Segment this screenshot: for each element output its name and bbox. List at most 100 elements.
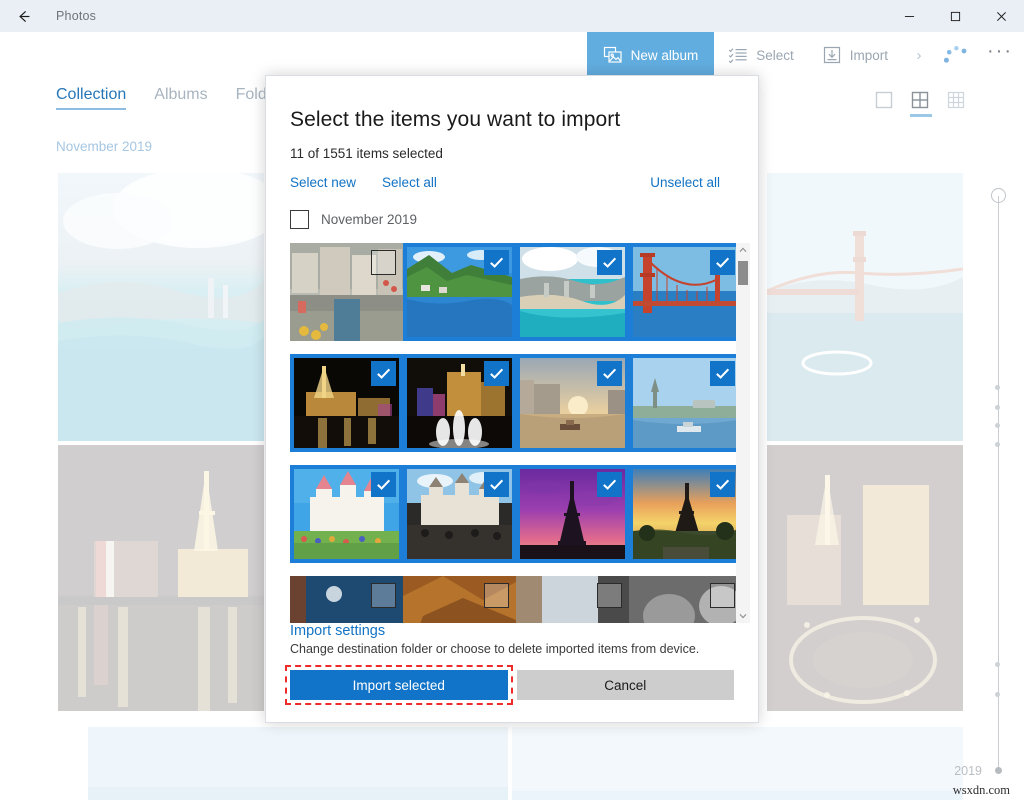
photo-pale-blue-bottom-right[interactable] bbox=[512, 727, 963, 800]
dialog-scrollbar[interactable] bbox=[736, 243, 750, 623]
scrubber-tick bbox=[995, 385, 1000, 390]
group-checkbox[interactable] bbox=[290, 210, 309, 229]
photo-vegas-night-aerial[interactable] bbox=[767, 445, 963, 711]
thumbnail-vegas-strip-fountains[interactable] bbox=[403, 354, 516, 452]
import-settings-description: Change destination folder or choose to d… bbox=[290, 642, 734, 656]
import-icon bbox=[822, 45, 842, 65]
scrubber-tick bbox=[995, 405, 1000, 410]
select-icon bbox=[728, 45, 748, 65]
thumbnail-checkmark-icon[interactable] bbox=[371, 472, 396, 497]
tab-albums[interactable]: Albums bbox=[154, 86, 207, 110]
scrubber-handle[interactable] bbox=[991, 188, 1006, 203]
small-grid-view-icon[interactable] bbox=[946, 90, 968, 117]
minimize-icon[interactable] bbox=[886, 0, 932, 32]
new-album-label: New album bbox=[631, 48, 699, 63]
maximize-icon[interactable] bbox=[932, 0, 978, 32]
back-arrow-icon[interactable] bbox=[0, 0, 46, 32]
thumbnail-pink-castle-crowd[interactable] bbox=[290, 465, 403, 563]
scrubber-tick bbox=[995, 442, 1000, 447]
scrubber-year-label: 2019 bbox=[954, 764, 982, 778]
photo-aerial-coast-city[interactable] bbox=[58, 173, 264, 441]
scrubber-tick bbox=[995, 423, 1000, 428]
highlight-outline bbox=[285, 665, 513, 705]
scrollbar-thumb[interactable] bbox=[738, 261, 748, 285]
dialog-footer: Import settings Change destination folde… bbox=[266, 623, 758, 722]
scrubber-tick bbox=[995, 662, 1000, 667]
new-album-icon bbox=[603, 45, 623, 65]
thumbnail-checkbox[interactable] bbox=[371, 250, 396, 275]
thumbnail-checkmark-icon[interactable] bbox=[371, 361, 396, 386]
thumbnail-amber-interior[interactable] bbox=[403, 576, 516, 623]
thumbnail-golden-gate-bridge[interactable] bbox=[629, 243, 742, 341]
thumbnail-green-hillside-lake[interactable] bbox=[403, 243, 516, 341]
thumbnail-checkmark-icon[interactable] bbox=[597, 472, 622, 497]
close-icon[interactable] bbox=[978, 0, 1024, 32]
nav-tabs: Collection Albums Folde bbox=[56, 86, 276, 110]
thumbnail-blue-night-scene[interactable] bbox=[290, 576, 403, 623]
group-label: November 2019 bbox=[321, 212, 417, 227]
thumbnail-paris-river-daytime[interactable] bbox=[629, 354, 742, 452]
import-selected-button[interactable]: Import selected bbox=[290, 670, 508, 700]
cancel-button[interactable]: Cancel bbox=[517, 670, 735, 700]
thumbnail-checkmark-icon[interactable] bbox=[710, 361, 735, 386]
thumbnail-turquoise-bay-city[interactable] bbox=[516, 243, 629, 341]
select-button[interactable]: Select bbox=[714, 32, 808, 78]
thumbnail-pale-tower-sky[interactable] bbox=[516, 576, 629, 623]
photo-pale-blue-bottom-left[interactable] bbox=[88, 727, 508, 800]
thumbnail-checkmark-icon[interactable] bbox=[597, 361, 622, 386]
window-controls bbox=[886, 0, 1024, 32]
import-label: Import bbox=[850, 48, 888, 63]
thumbnail-seine-river-sunset[interactable] bbox=[516, 354, 629, 452]
photos-app-window: Photos New album bbox=[0, 0, 1024, 800]
thumbnail-grid-wrapper bbox=[266, 243, 758, 623]
scrubber-end-marker[interactable] bbox=[995, 767, 1002, 774]
import-button[interactable]: Import bbox=[808, 32, 902, 78]
thumbnail-castle-plaza-dusk[interactable] bbox=[403, 465, 516, 563]
thumbnail-checkmark-icon[interactable] bbox=[597, 250, 622, 275]
select-new-link[interactable]: Select new bbox=[290, 175, 356, 190]
thumbnail-checkmark-icon[interactable] bbox=[484, 361, 509, 386]
watermark: wsxdn.com bbox=[953, 783, 1010, 798]
timeline-scrubber[interactable]: 2019 bbox=[982, 180, 1016, 780]
loading-spinner-icon bbox=[936, 32, 976, 78]
medium-grid-view-icon[interactable] bbox=[910, 90, 932, 117]
thumbnail-eiffel-purple-sky[interactable] bbox=[516, 465, 629, 563]
scroll-down-icon[interactable] bbox=[736, 609, 750, 623]
import-dialog: Select the items you want to import 11 o… bbox=[265, 75, 759, 723]
dialog-select-links: Select new Select all Unselect all bbox=[290, 175, 734, 190]
unselect-all-link[interactable]: Unselect all bbox=[650, 175, 720, 190]
more-options-icon[interactable]: ··· bbox=[976, 32, 1024, 78]
command-bar: New album Select bbox=[0, 32, 1024, 78]
thumbnail-checkmark-icon[interactable] bbox=[484, 472, 509, 497]
scroll-up-icon[interactable] bbox=[736, 243, 750, 257]
thumbnail-vegas-eiffel-night[interactable] bbox=[290, 354, 403, 452]
thumbnail-eiffel-golden-sunset[interactable] bbox=[629, 465, 742, 563]
dialog-button-row: Import selected Cancel bbox=[290, 670, 734, 700]
thumbnail-checkmark-icon[interactable] bbox=[710, 250, 735, 275]
view-switch bbox=[874, 90, 968, 117]
thumbnail-checkmark-icon[interactable] bbox=[710, 472, 735, 497]
chevron-right-icon[interactable]: › bbox=[902, 32, 936, 78]
select-label: Select bbox=[756, 48, 794, 63]
import-settings-link[interactable]: Import settings bbox=[290, 623, 734, 639]
photo-golden-gate-distant[interactable] bbox=[767, 173, 963, 441]
photo-vegas-eiffel-waterfront[interactable] bbox=[58, 445, 264, 711]
thumbnail-grayscale-scene[interactable] bbox=[629, 576, 742, 623]
section-date-label: November 2019 bbox=[56, 139, 152, 154]
thumbnail-checkbox[interactable] bbox=[371, 583, 396, 608]
thumbnail-canal-town-flowers[interactable] bbox=[290, 243, 403, 341]
thumbnail-checkbox[interactable] bbox=[710, 583, 735, 608]
title-bar: Photos bbox=[0, 0, 1024, 32]
thumbnail-grid bbox=[290, 243, 750, 623]
app-title: Photos bbox=[56, 9, 96, 23]
select-all-link[interactable]: Select all bbox=[382, 175, 437, 190]
scrubber-track bbox=[998, 196, 999, 768]
single-photo-view-icon[interactable] bbox=[874, 90, 896, 117]
thumbnail-checkmark-icon[interactable] bbox=[484, 250, 509, 275]
dialog-title: Select the items you want to import bbox=[290, 108, 734, 132]
group-header-row[interactable]: November 2019 bbox=[290, 210, 734, 229]
thumbnail-checkbox[interactable] bbox=[597, 583, 622, 608]
thumbnail-checkbox[interactable] bbox=[484, 583, 509, 608]
tab-collection[interactable]: Collection bbox=[56, 86, 126, 110]
new-album-button[interactable]: New album bbox=[587, 32, 715, 78]
